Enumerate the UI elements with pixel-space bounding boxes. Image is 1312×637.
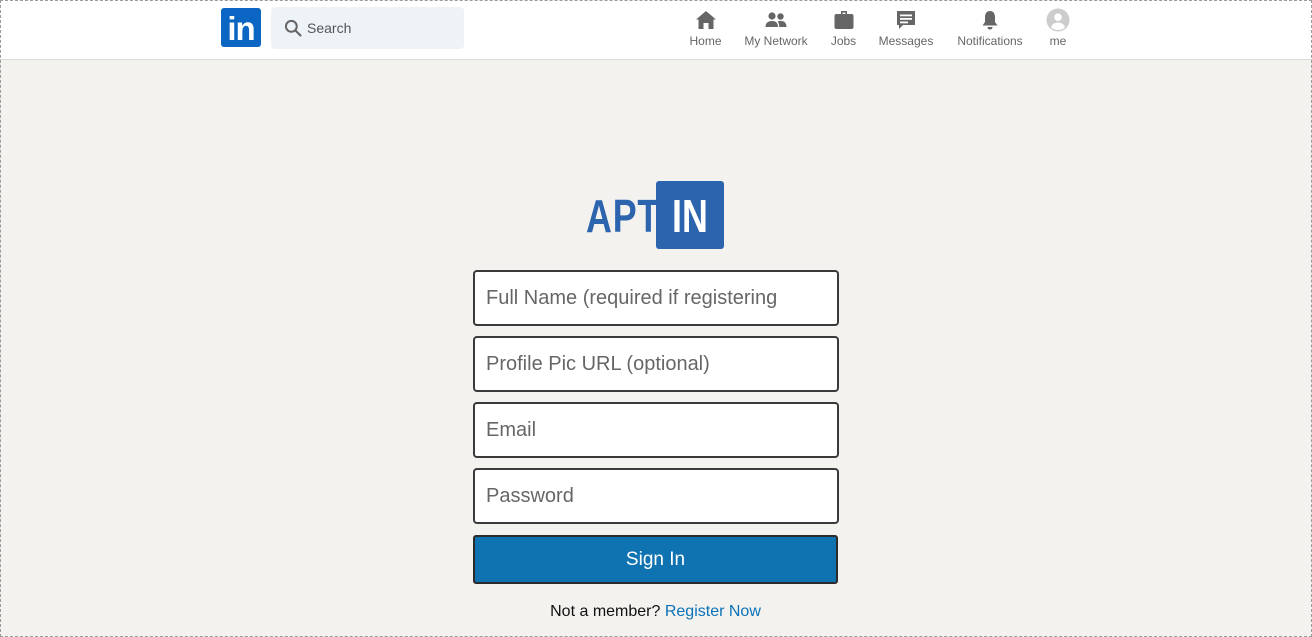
message-icon xyxy=(897,11,915,29)
sign-in-button[interactable]: Sign In xyxy=(473,535,838,584)
register-prompt-text: Not a member? xyxy=(550,603,661,620)
aptin-logo-left: APT xyxy=(586,190,661,242)
search-icon xyxy=(284,19,302,37)
people-icon xyxy=(765,12,787,27)
profile-pic-url-input[interactable] xyxy=(473,336,839,392)
register-now-link[interactable]: Register Now xyxy=(665,603,761,620)
bell-icon xyxy=(982,11,998,30)
aptin-logo-box: IN xyxy=(656,181,724,249)
nav-home-label: Home xyxy=(689,34,722,48)
avatar-icon xyxy=(1046,8,1070,32)
nav-messages[interactable]: Messages xyxy=(876,8,936,50)
email-input[interactable] xyxy=(473,402,839,458)
nav-me[interactable]: me xyxy=(1043,8,1073,50)
linkedin-logo[interactable]: in xyxy=(221,8,261,47)
nav-jobs-label: Jobs xyxy=(830,34,857,48)
nav-notifications-label: Notifications xyxy=(957,34,1023,48)
password-input[interactable] xyxy=(473,468,839,524)
search-box[interactable] xyxy=(271,7,464,49)
nav-messages-label: Messages xyxy=(878,34,934,48)
search-input[interactable] xyxy=(307,7,457,49)
linkedin-logo-text: in xyxy=(227,10,255,47)
home-icon xyxy=(695,11,716,29)
nav-my-network-label: My Network xyxy=(744,34,808,48)
nav-my-network[interactable]: My Network xyxy=(741,8,811,50)
aptin-logo-right: IN xyxy=(672,190,708,242)
nav-notifications[interactable]: Notifications xyxy=(952,8,1028,50)
full-name-input[interactable] xyxy=(473,270,839,326)
nav-me-label: me xyxy=(1049,34,1067,48)
register-prompt: Not a member? Register Now xyxy=(473,603,838,621)
nav-home[interactable]: Home xyxy=(685,8,726,50)
top-navbar: in Home My Network Jobs xyxy=(0,0,1312,60)
briefcase-icon xyxy=(834,11,853,29)
nav-jobs[interactable]: Jobs xyxy=(826,8,861,50)
aptin-logo: APT IN xyxy=(586,180,726,250)
